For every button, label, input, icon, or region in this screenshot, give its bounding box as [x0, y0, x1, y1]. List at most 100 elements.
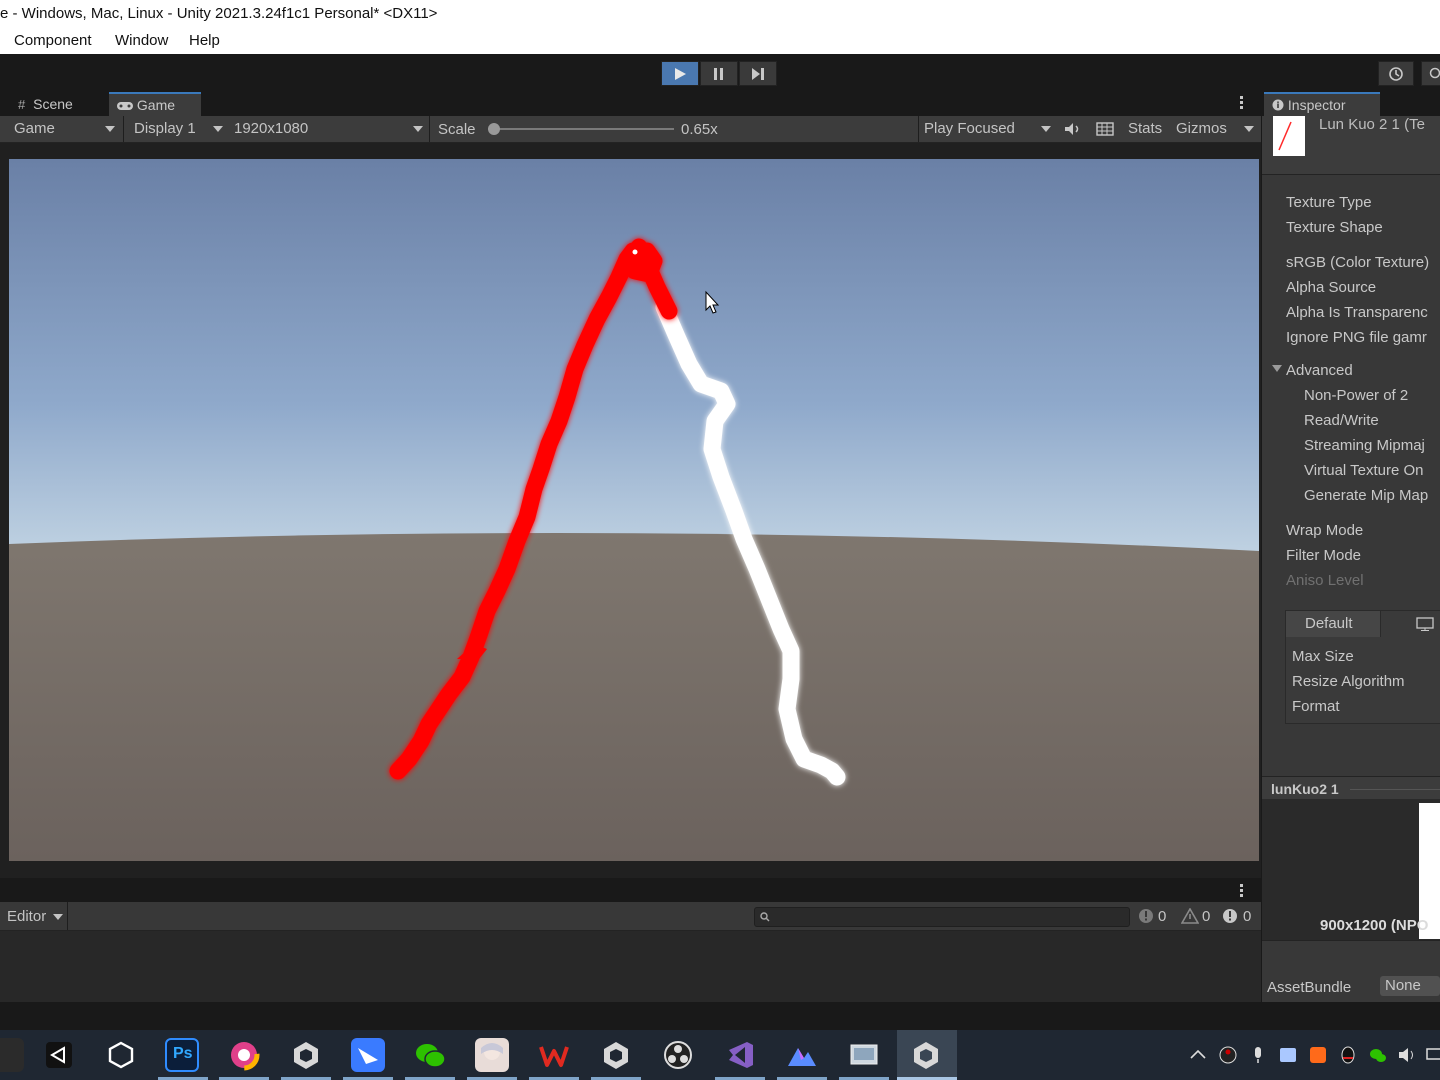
- tab-scene[interactable]: # Scene: [10, 92, 108, 116]
- stats-button[interactable]: Stats: [1128, 120, 1162, 137]
- network-app-icon[interactable]: [1279, 1046, 1297, 1064]
- play-mode-dropdown[interactable]: Play Focused: [924, 120, 1015, 137]
- console-search-input[interactable]: [754, 907, 1130, 927]
- tab-game-label: Game: [136, 97, 176, 113]
- display-tray-icon[interactable]: [1426, 1046, 1440, 1064]
- game-tab-strip: # Scene Game: [0, 92, 1261, 116]
- inspector-panel: Inspector Lun Kuo 2 1 (Te Texture Type T…: [1262, 92, 1440, 1003]
- asset-bundle-row: AssetBundle None: [1262, 940, 1440, 1003]
- wps-icon[interactable]: [537, 1038, 571, 1072]
- resize-algorithm-label: Resize Algorithm: [1292, 673, 1405, 690]
- monitor-icon[interactable]: [1416, 617, 1434, 631]
- texture-type-label: Texture Type: [1286, 194, 1372, 211]
- asset-name: Lun Kuo 2 1 (Te: [1319, 116, 1425, 133]
- play-button[interactable]: [661, 61, 699, 86]
- speaker-icon[interactable]: [1398, 1046, 1416, 1064]
- info-icon: [1139, 909, 1153, 923]
- scale-value: 0.65x: [681, 121, 718, 138]
- menu-help[interactable]: Help: [189, 32, 220, 49]
- wechat-tray-icon[interactable]: [1369, 1046, 1387, 1064]
- unity-editor-icon[interactable]: [599, 1038, 633, 1072]
- tab-scene-label: Scene: [33, 96, 73, 112]
- window-title: e - Windows, Mac, Linux - Unity 2021.3.2…: [0, 5, 438, 22]
- shortcuts-icon[interactable]: [1096, 122, 1114, 136]
- unity-icon[interactable]: [104, 1038, 138, 1072]
- info-icon: [1272, 99, 1284, 111]
- info-count: 0: [1158, 908, 1167, 925]
- more-options-icon[interactable]: [1240, 96, 1244, 112]
- game-control-bar: Game Display 1 1920x1080 Scale 0.65x Pla…: [0, 116, 1261, 143]
- game-mode-dropdown[interactable]: Game: [14, 120, 55, 137]
- ground-plane: [9, 533, 1259, 861]
- menu-component[interactable]: Component: [14, 32, 92, 49]
- pause-button[interactable]: [700, 61, 738, 86]
- scale-slider-track[interactable]: [488, 123, 674, 135]
- console-panel: Editor 0 0 0: [0, 878, 1261, 1002]
- alpha-is-transparency-label: Alpha Is Transparenc: [1286, 304, 1428, 321]
- tab-game[interactable]: Game: [109, 92, 201, 116]
- microphone-icon[interactable]: [1249, 1046, 1267, 1064]
- game-panel: # Scene Game Game Display 1 1920x1080 Sc…: [0, 92, 1261, 878]
- resolution-dropdown[interactable]: 1920x1080: [234, 120, 308, 137]
- advanced-foldout[interactable]: Advanced: [1286, 362, 1353, 379]
- mute-audio-icon[interactable]: [1064, 122, 1082, 136]
- chevron-up-icon[interactable]: [1189, 1046, 1207, 1064]
- non-power-of-2-label: Non-Power of 2: [1304, 387, 1409, 404]
- editor-dropdown[interactable]: Editor: [7, 908, 46, 925]
- unity-hub-icon[interactable]: [0, 1038, 24, 1072]
- more-options-icon[interactable]: [1240, 884, 1244, 897]
- preview-area: 900x1200 (NPO: [1262, 799, 1440, 940]
- color-picker-icon[interactable]: [227, 1038, 261, 1072]
- texture-shape-label: Texture Shape: [1286, 219, 1383, 236]
- filter-mode-label: Filter Mode: [1286, 547, 1362, 564]
- display-dropdown[interactable]: Display 1: [134, 120, 196, 137]
- max-size-label: Max Size: [1292, 648, 1354, 665]
- format-label: Format: [1292, 698, 1340, 715]
- search-button[interactable]: [1421, 61, 1440, 86]
- menu-window[interactable]: Window: [115, 32, 168, 49]
- photoshop-icon[interactable]: Ps: [165, 1038, 199, 1072]
- warning-count: 0: [1202, 908, 1211, 925]
- obs-icon[interactable]: [661, 1038, 695, 1072]
- divider: [918, 116, 919, 142]
- tab-inspector-label: Inspector: [1287, 97, 1346, 113]
- orange-app-icon[interactable]: [1309, 1046, 1327, 1064]
- mountain-app-icon[interactable]: [785, 1038, 819, 1072]
- tab-default-platform[interactable]: Default: [1286, 611, 1381, 637]
- ignore-png-gamma-label: Ignore PNG file gamr: [1286, 329, 1427, 346]
- info-count-toggle[interactable]: 0: [1134, 906, 1174, 926]
- tab-inspector[interactable]: Inspector: [1264, 92, 1380, 116]
- game-render: [9, 159, 1259, 861]
- chevron-down-icon: [213, 126, 223, 132]
- inspector-tab-strip: Inspector: [1262, 92, 1440, 116]
- virtual-texture-label: Virtual Texture On: [1304, 462, 1424, 479]
- warning-count-toggle[interactable]: 0: [1178, 906, 1218, 926]
- texture-thumbnail: [1273, 116, 1305, 156]
- visual-studio-icon[interactable]: [723, 1038, 757, 1072]
- unity-editor-active-icon[interactable]: [909, 1038, 943, 1072]
- screen-app-icon[interactable]: [847, 1038, 881, 1072]
- error-icon: [1223, 909, 1237, 923]
- unity-hub-icon[interactable]: [42, 1038, 76, 1072]
- feishu-icon[interactable]: [351, 1038, 385, 1072]
- unity-editor-icon[interactable]: [289, 1038, 323, 1072]
- avatar-app-icon[interactable]: [475, 1038, 509, 1072]
- step-icon: [752, 68, 764, 80]
- window-titlebar: e - Windows, Mac, Linux - Unity 2021.3.2…: [0, 0, 1440, 28]
- step-button[interactable]: [739, 61, 777, 86]
- taskbar: Ps: [0, 1030, 1440, 1080]
- qq-icon[interactable]: [1339, 1046, 1357, 1064]
- scale-slider-thumb[interactable]: [488, 123, 500, 135]
- obs-tray-icon[interactable]: [1219, 1046, 1237, 1064]
- error-count-toggle[interactable]: 0: [1219, 906, 1259, 926]
- asset-bundle-dropdown[interactable]: None: [1380, 976, 1440, 996]
- divider: [123, 116, 124, 142]
- history-button[interactable]: [1378, 61, 1414, 86]
- read-write-label: Read/Write: [1304, 412, 1379, 429]
- foldout-arrow-icon[interactable]: [1272, 365, 1282, 372]
- divider: [67, 902, 68, 930]
- game-viewport[interactable]: [9, 159, 1259, 861]
- chevron-down-icon: [53, 914, 63, 920]
- wechat-icon[interactable]: [413, 1038, 447, 1072]
- gizmos-button[interactable]: Gizmos: [1176, 120, 1227, 137]
